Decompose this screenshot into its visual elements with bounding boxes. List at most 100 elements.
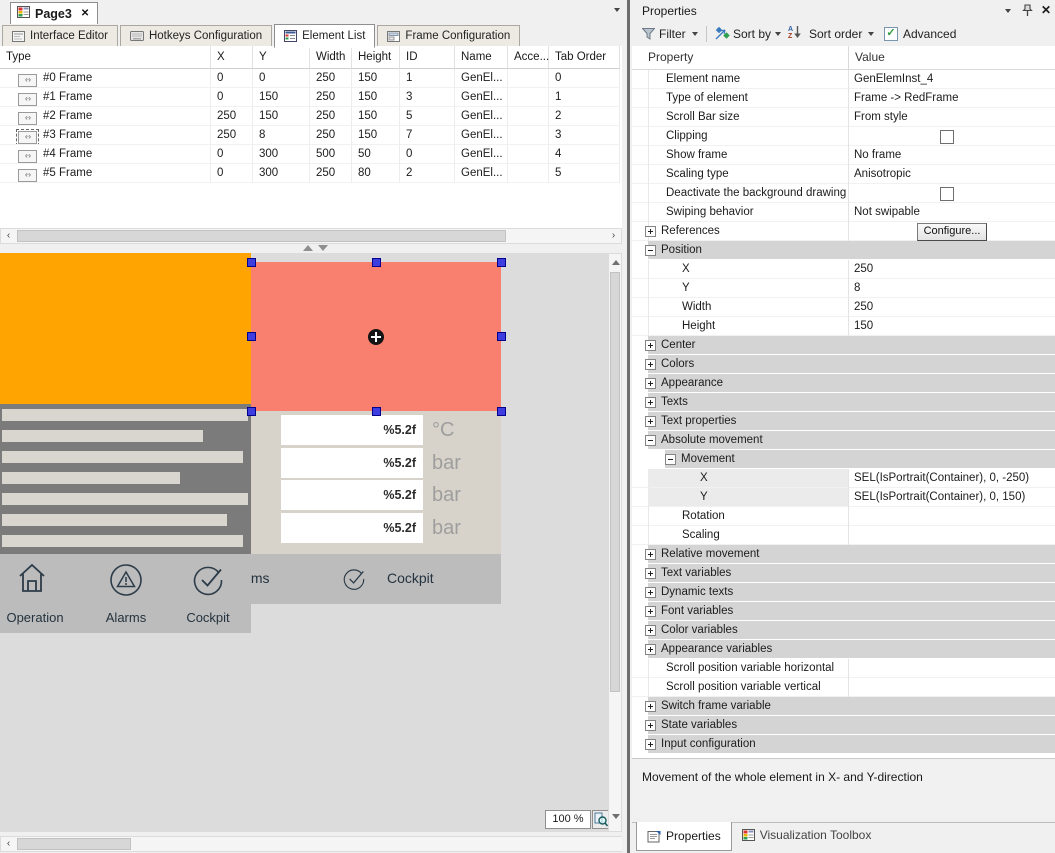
- table-row[interactable]: ‹·›#4 Frame0300500500GenEl...4: [0, 145, 620, 164]
- expand-icon[interactable]: [645, 701, 656, 712]
- property-row-x[interactable]: X250: [632, 260, 1055, 279]
- property-value[interactable]: 150: [854, 317, 1052, 335]
- property-row-relative-movement[interactable]: Relative movement: [632, 545, 1055, 564]
- property-value[interactable]: SEL(IsPortrait(Container), 0, -250): [854, 469, 1052, 487]
- filter-button[interactable]: Filter: [659, 26, 686, 42]
- property-row-input-configuration[interactable]: Input configuration: [632, 735, 1055, 754]
- zoom-level-box[interactable]: 100 %: [545, 810, 591, 829]
- selection-handle[interactable]: [372, 407, 381, 416]
- filter-icon[interactable]: [642, 28, 655, 43]
- sort-by-dropdown-icon[interactable]: [775, 32, 781, 36]
- property-row-state-variables[interactable]: State variables: [632, 716, 1055, 735]
- column-header-x[interactable]: X: [211, 46, 253, 69]
- expand-icon[interactable]: [645, 416, 656, 427]
- scroll-up-icon[interactable]: [612, 260, 620, 265]
- panel-splitter[interactable]: [622, 0, 632, 853]
- scroll-left-icon[interactable]: ‹: [1, 837, 16, 851]
- expand-icon[interactable]: [645, 606, 656, 617]
- sort-order-button[interactable]: Sort order: [809, 26, 862, 42]
- column-header-height[interactable]: Height: [352, 46, 400, 69]
- expand-icon[interactable]: [645, 625, 656, 636]
- canvas-hscroll-thumb[interactable]: [17, 838, 131, 850]
- subtab-element-list[interactable]: Element List: [274, 24, 375, 48]
- subtab-frame-configuration[interactable]: Frame Configuration: [377, 25, 520, 47]
- property-row-color-variables[interactable]: Color variables: [632, 621, 1055, 640]
- property-row-rotation[interactable]: Rotation: [632, 507, 1055, 526]
- property-row-position[interactable]: Position: [632, 241, 1055, 260]
- canvas-hscrollbar[interactable]: ‹ ›: [0, 836, 632, 852]
- table-row[interactable]: ‹·›#5 Frame0300250802GenEl...5: [0, 164, 620, 183]
- sort-order-icon[interactable]: AZ: [788, 26, 801, 42]
- property-value[interactable]: 8: [854, 279, 1052, 297]
- canvas-vscrollbar[interactable]: [608, 253, 622, 832]
- selection-handle[interactable]: [497, 407, 506, 416]
- property-row-center[interactable]: Center: [632, 336, 1055, 355]
- property-row-references[interactable]: ReferencesConfigure...: [632, 222, 1055, 241]
- configure-button[interactable]: Configure...: [917, 223, 987, 241]
- property-value[interactable]: GenElemInst_4: [854, 70, 1052, 88]
- scroll-right-icon[interactable]: ›: [606, 229, 621, 243]
- table-row[interactable]: ‹·›#3 Frame25082501507GenEl...3: [0, 126, 620, 145]
- property-value[interactable]: Frame -> RedFrame: [854, 89, 1052, 107]
- subtab-hotkeys-configuration[interactable]: Hotkeys Configuration: [120, 25, 272, 47]
- advanced-checkbox[interactable]: ✓: [884, 27, 898, 41]
- nav-label-cockpit[interactable]: Cockpit: [173, 610, 243, 625]
- selection-handle[interactable]: [247, 258, 256, 267]
- column-header-id[interactable]: ID: [400, 46, 455, 69]
- selection-handle[interactable]: [497, 258, 506, 267]
- property-row-text-properties[interactable]: Text properties: [632, 412, 1055, 431]
- property-row-swiping-behavior[interactable]: Swiping behaviorNot swipable: [632, 203, 1055, 222]
- property-value[interactable]: 250: [854, 260, 1052, 278]
- tab-list-dropdown-icon[interactable]: [614, 8, 620, 12]
- property-row-element-name[interactable]: Element nameGenElemInst_4: [632, 70, 1055, 89]
- property-row-movement[interactable]: Movement: [632, 450, 1055, 469]
- expand-icon[interactable]: [645, 378, 656, 389]
- value-field[interactable]: %5.2f: [281, 513, 423, 543]
- collapse-icon[interactable]: [645, 435, 656, 446]
- property-value[interactable]: No frame: [854, 146, 1052, 164]
- property-row-type-of-element[interactable]: Type of elementFrame -> RedFrame: [632, 89, 1055, 108]
- expand-icon[interactable]: [645, 340, 656, 351]
- bottom-nav-left[interactable]: OperationAlarmsCockpit: [0, 554, 251, 633]
- property-row-switch-frame-variable[interactable]: Switch frame variable: [632, 697, 1055, 716]
- property-value[interactable]: 250: [854, 298, 1052, 316]
- property-row-scroll-position-variable-horizontal[interactable]: Scroll position variable horizontal: [632, 659, 1055, 678]
- close-tab-icon[interactable]: ✕: [81, 8, 89, 19]
- expand-icon[interactable]: [645, 587, 656, 598]
- property-row-scroll-position-variable-vertical[interactable]: Scroll position variable vertical: [632, 678, 1055, 697]
- subtab-interface-editor[interactable]: Interface Editor: [2, 25, 118, 47]
- column-header-width[interactable]: Width: [310, 46, 352, 69]
- splitter-up-icon[interactable]: [303, 245, 313, 251]
- panel-menu-icon[interactable]: [1005, 9, 1011, 13]
- zoom-tool-button[interactable]: [592, 810, 608, 829]
- property-row-deactivate-the-background-drawing[interactable]: Deactivate the background drawing: [632, 184, 1055, 203]
- property-row-colors[interactable]: Colors: [632, 355, 1055, 374]
- selection-handle[interactable]: [372, 258, 381, 267]
- expand-icon[interactable]: [645, 720, 656, 731]
- sort-by-icon[interactable]: [714, 27, 731, 44]
- property-row-y[interactable]: Y8: [632, 279, 1055, 298]
- page-tab[interactable]: Page3 ✕: [10, 2, 98, 24]
- property-row-clipping[interactable]: Clipping: [632, 127, 1055, 146]
- property-checkbox[interactable]: [940, 130, 954, 144]
- bottom-tab-properties[interactable]: Properties: [636, 822, 732, 851]
- scroll-left-icon[interactable]: ‹: [1, 229, 16, 243]
- property-value[interactable]: Not swipable: [854, 203, 1052, 221]
- expand-icon[interactable]: [645, 226, 656, 237]
- property-row-width[interactable]: Width250: [632, 298, 1055, 317]
- collapse-icon[interactable]: [645, 245, 656, 256]
- center-marker-icon[interactable]: [368, 329, 384, 345]
- expand-icon[interactable]: [645, 568, 656, 579]
- property-row-x[interactable]: XSEL(IsPortrait(Container), 0, -250): [632, 469, 1055, 488]
- property-row-appearance-variables[interactable]: Appearance variables: [632, 640, 1055, 659]
- close-panel-icon[interactable]: ✕: [1041, 3, 1051, 17]
- nav-label-cockpit[interactable]: Cockpit: [387, 570, 434, 586]
- expand-icon[interactable]: [645, 644, 656, 655]
- expand-icon[interactable]: [645, 397, 656, 408]
- splitter-down-icon[interactable]: [318, 245, 328, 251]
- property-row-scaling[interactable]: Scaling: [632, 526, 1055, 545]
- pin-icon[interactable]: [1022, 4, 1033, 20]
- design-canvas[interactable]: %5.2f°C%5.2fbar%5.2fbar%5.2fbarOperation…: [0, 253, 608, 832]
- value-field[interactable]: %5.2f: [281, 415, 423, 445]
- property-checkbox[interactable]: [940, 187, 954, 201]
